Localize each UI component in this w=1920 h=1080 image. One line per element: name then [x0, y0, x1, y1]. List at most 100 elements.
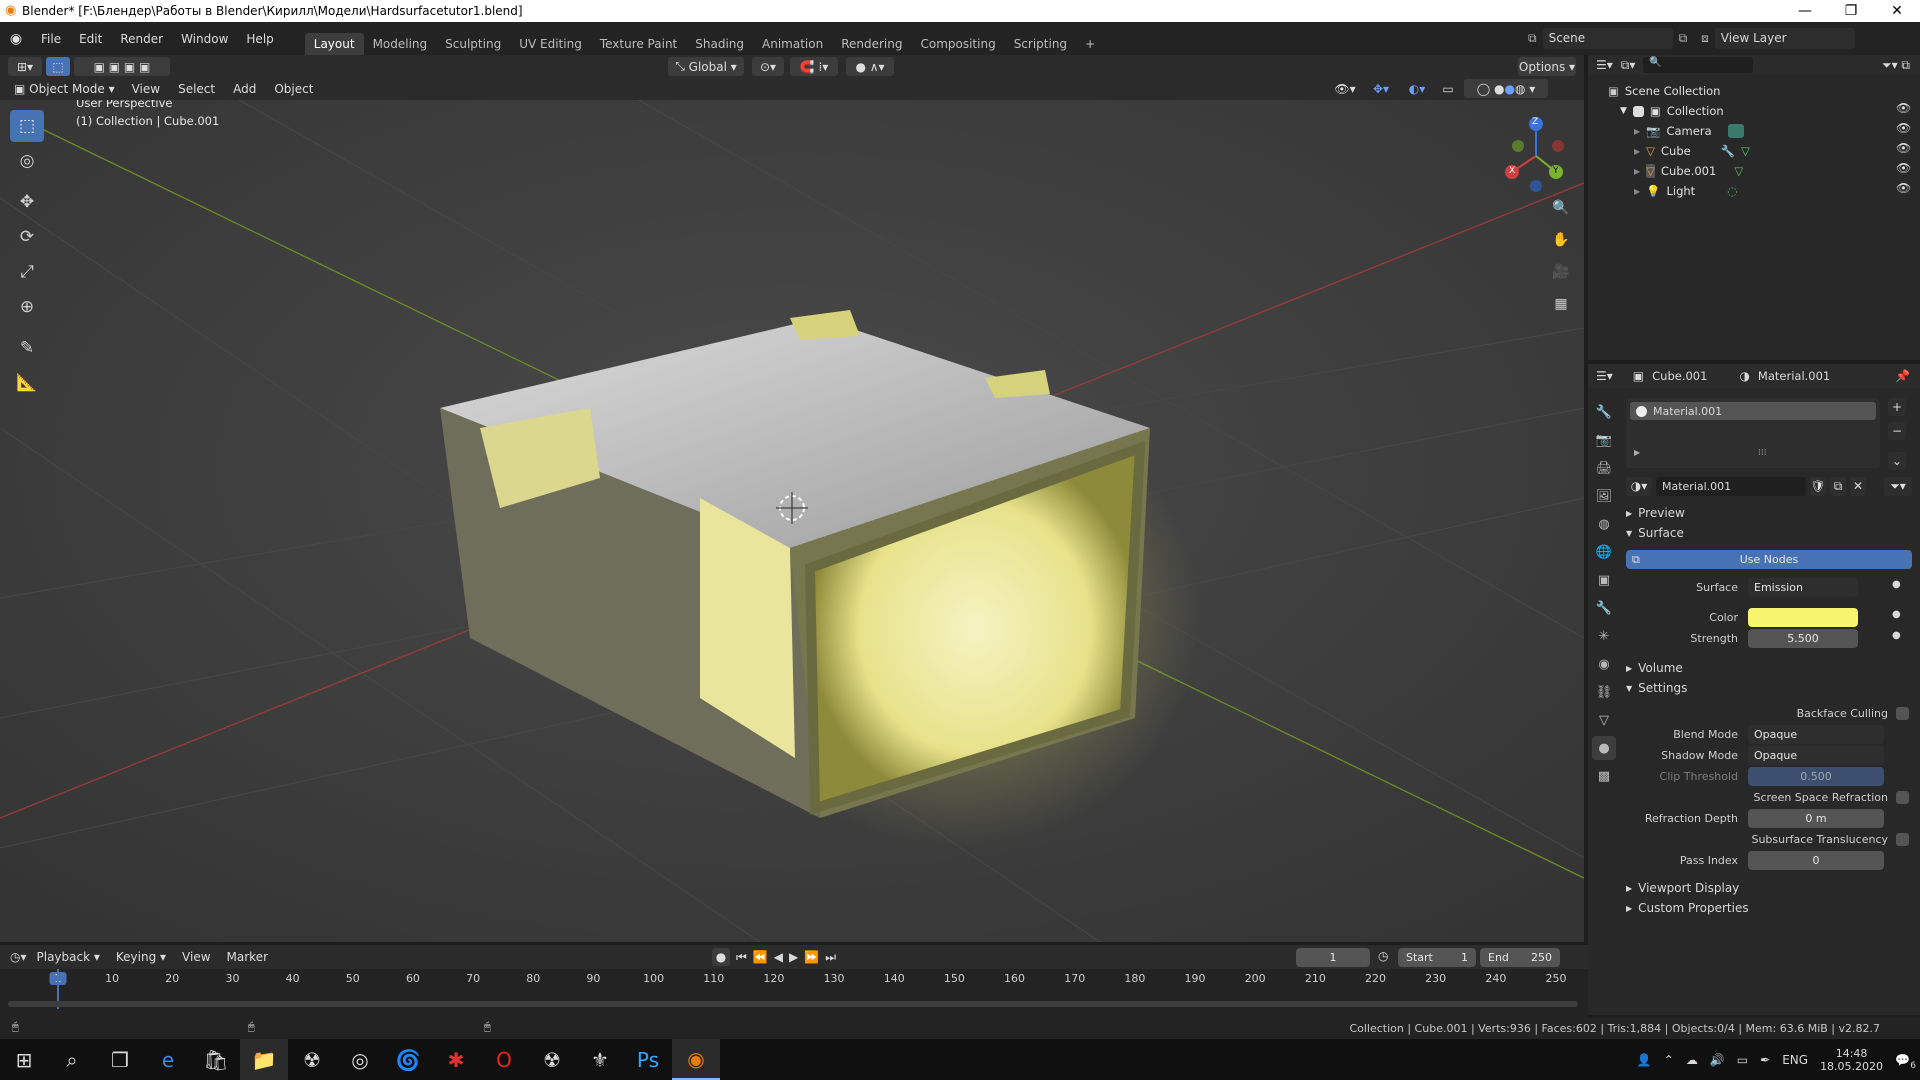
filter-icon[interactable]: ⏷▾ ⧉ — [1882, 58, 1910, 73]
menu-view[interactable]: View — [125, 78, 167, 100]
menu-edit[interactable]: Edit — [70, 22, 111, 55]
store-icon[interactable]: 🛍 — [192, 1039, 240, 1080]
texture-tab-icon[interactable]: ▩ — [1592, 764, 1616, 788]
tab-scripting[interactable]: Scripting — [1005, 33, 1076, 55]
material-tab-icon[interactable]: ● — [1592, 736, 1616, 760]
camera-view-icon[interactable]: 🎥 — [1548, 260, 1574, 284]
properties-editor-icon[interactable]: ☰▾ — [1596, 369, 1613, 383]
transform-tool-icon[interactable]: ⊕ — [10, 291, 44, 323]
tree-collection[interactable]: ▼ ▣ Collection — [1620, 101, 1724, 121]
marker-menu[interactable]: Marker — [221, 945, 274, 969]
select-tool-icon[interactable]: ⬚ — [10, 110, 44, 142]
scene-tab-icon[interactable]: ◍ — [1592, 512, 1616, 536]
tab-rendering[interactable]: Rendering — [832, 33, 911, 55]
clock[interactable]: 14:48 18.05.2020 — [1820, 1047, 1883, 1073]
tree-scene-collection[interactable]: ▣ Scene Collection — [1608, 81, 1720, 101]
collapsed-arrow-icon[interactable]: ▶ — [1634, 127, 1640, 136]
collapsed-arrow-icon[interactable]: ▶ — [1634, 147, 1640, 156]
physics-tab-icon[interactable]: ◉ — [1592, 652, 1616, 676]
collapsed-arrow-icon[interactable]: ▶ — [1634, 167, 1640, 176]
remove-slot-button[interactable]: − — [1888, 422, 1906, 440]
menu-window[interactable]: Window — [172, 22, 237, 55]
zoom-icon[interactable]: 🔍 — [1548, 196, 1574, 220]
pass-index-field[interactable]: 0 — [1748, 851, 1884, 870]
outliner-editor-icon[interactable]: ☰▾ — [1596, 58, 1613, 72]
ssr-checkbox[interactable] — [1896, 791, 1909, 804]
modifier-tab-icon[interactable]: 🔧 — [1592, 596, 1616, 620]
play-reverse-icon[interactable]: ◀ — [774, 950, 783, 964]
add-workspace-icon[interactable]: + — [1076, 33, 1104, 55]
start-frame-field[interactable]: Start 1 — [1398, 948, 1476, 967]
pan-hand-icon[interactable]: ✋ — [1548, 228, 1574, 252]
frame-ruler[interactable]: 1102030405060708090100110120130140150160… — [0, 969, 1584, 989]
collapsed-arrow-icon[interactable]: ▶ — [1634, 187, 1640, 196]
render-tab-icon[interactable]: 📷 — [1592, 428, 1616, 452]
menu-help[interactable]: Help — [237, 22, 282, 55]
3d-viewport[interactable]: User Perspective (1) Collection | Cube.0… — [0, 78, 1584, 942]
menu-add[interactable]: Add — [226, 78, 263, 100]
link-socket-icon[interactable]: ● — [1892, 630, 1901, 641]
scale-tool-icon[interactable]: ⤢ — [10, 256, 44, 288]
world-tab-icon[interactable]: 🌐 — [1592, 540, 1616, 564]
display-mode-icon[interactable]: ⧉▾ — [1621, 58, 1636, 73]
playback-menu[interactable]: Playback ▾ — [31, 945, 106, 969]
orientation-dropdown[interactable]: ⤡ Global ▾ — [668, 57, 744, 76]
scene-name[interactable]: Scene — [1542, 28, 1673, 49]
eye-icon[interactable]: 👁 — [1896, 101, 1911, 115]
blender-taskbar-icon[interactable]: ◉ — [672, 1039, 720, 1080]
link-socket-icon[interactable]: ● — [1892, 609, 1901, 620]
expand-slot-icon[interactable]: ▶ — [1634, 448, 1640, 457]
section-surface[interactable]: ▼ Surface — [1626, 526, 1684, 540]
chrome-icon[interactable]: ◎ — [336, 1039, 384, 1080]
tab-modeling[interactable]: Modeling — [364, 33, 437, 55]
tray-arrow-icon[interactable]: ⌃ — [1664, 1053, 1674, 1067]
constraints-tab-icon[interactable]: ⛓ — [1592, 680, 1616, 704]
editor-type-icon[interactable]: ⊞▾ — [8, 57, 42, 76]
outliner-search-icon[interactable]: 🔍 — [1643, 57, 1754, 73]
fake-user-icon[interactable]: 🛡 — [1810, 476, 1826, 496]
windows-start-icon[interactable]: ⊞ — [0, 1039, 48, 1080]
add-slot-button[interactable]: + — [1888, 398, 1906, 416]
tree-item-camera[interactable]: ▶ 📷 Camera — [1634, 121, 1744, 141]
tab-texture-paint[interactable]: Texture Paint — [591, 33, 686, 55]
rotate-tool-icon[interactable]: ⟳ — [10, 221, 44, 253]
blender-menu-icon[interactable]: ◉ — [0, 31, 32, 47]
view-layer-name[interactable]: View Layer — [1714, 28, 1855, 49]
tab-uv-editing[interactable]: UV Editing — [510, 33, 591, 55]
people-icon[interactable]: 👤 — [1637, 1053, 1652, 1067]
navigation-gizmo[interactable]: Z X Y — [1496, 116, 1576, 196]
network-icon[interactable]: ▭ — [1737, 1053, 1748, 1067]
section-settings[interactable]: ▼ Settings — [1626, 681, 1687, 695]
tab-shading[interactable]: Shading — [686, 33, 753, 55]
app-icon[interactable]: ☢ — [528, 1039, 576, 1080]
resize-handle-icon[interactable]: ⁞⁞⁞ — [1758, 448, 1767, 458]
section-viewport-display[interactable]: ▶ Viewport Display — [1626, 881, 1739, 895]
app-icon[interactable]: 🌀 — [384, 1039, 432, 1080]
timeline-editor-icon[interactable]: ◷▾ — [10, 950, 27, 964]
tree-item-cube[interactable]: ▶ ▽ Cube 🔧 ▽ — [1634, 141, 1750, 161]
mode-dropdown[interactable]: ▣ Object Mode ▾ — [8, 79, 121, 99]
xray-icon[interactable]: ▭ — [1438, 79, 1458, 98]
particles-tab-icon[interactable]: ✳ — [1592, 624, 1616, 648]
blend-mode-dropdown[interactable]: Opaque — [1748, 725, 1884, 744]
pen-icon[interactable]: ✒ — [1760, 1053, 1770, 1067]
eye-icon[interactable]: 👁 — [1896, 141, 1911, 155]
scene-selector[interactable]: ⧉ Scene ⧉ ⧈ View Layer — [1528, 28, 1855, 49]
select-box-icon[interactable]: ⬚ — [46, 57, 70, 76]
new-scene-icon[interactable]: ⧉ — [1679, 31, 1688, 46]
link-socket-icon[interactable]: ● — [1892, 579, 1901, 590]
shadow-mode-dropdown[interactable]: Opaque — [1748, 746, 1884, 765]
object-tab-icon[interactable]: ▣ — [1592, 568, 1616, 592]
refraction-depth-field[interactable]: 0 m — [1748, 809, 1884, 828]
emission-color-swatch[interactable] — [1748, 608, 1858, 627]
search-icon[interactable]: ⌕ — [48, 1039, 96, 1080]
volume-icon[interactable]: 🔊 — [1710, 1053, 1725, 1067]
mesh-data-icon[interactable]: ▽ — [1734, 164, 1743, 178]
menu-object[interactable]: Object — [267, 78, 320, 100]
mesh-data-icon[interactable]: ▽ — [1741, 144, 1750, 158]
jump-start-icon[interactable]: ⏮ — [736, 950, 747, 965]
menu-select[interactable]: Select — [171, 78, 222, 100]
output-tab-icon[interactable]: 🖨 — [1592, 456, 1616, 480]
measure-tool-icon[interactable]: 📐 — [10, 367, 44, 399]
next-key-icon[interactable]: ⏩ — [804, 950, 819, 964]
